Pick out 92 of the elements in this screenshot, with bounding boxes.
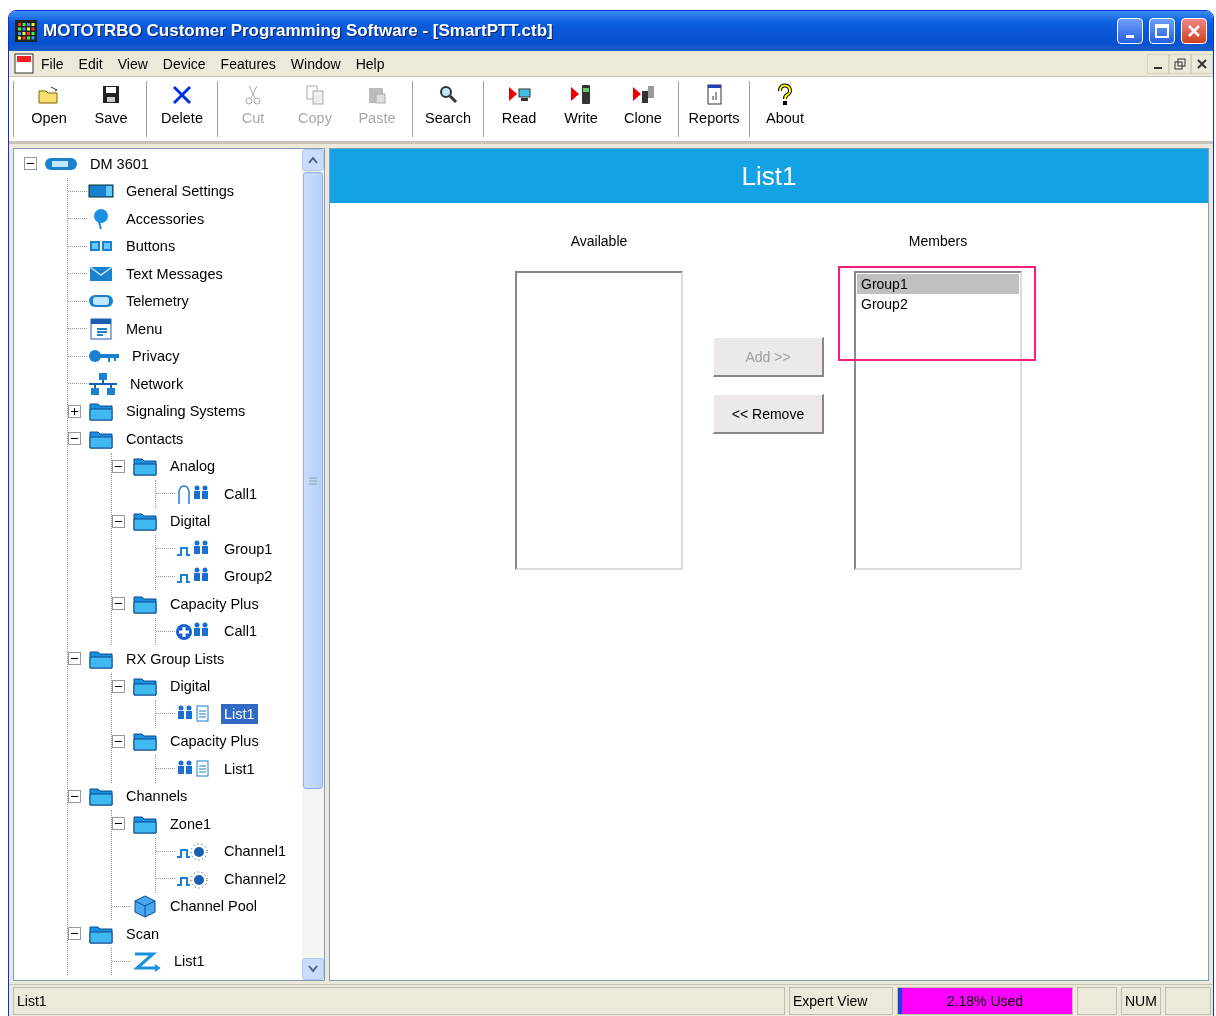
network-icon [87,371,119,396]
tree-item[interactable]: Analog [167,456,219,477]
tree-item[interactable]: List1 [221,758,258,779]
tree-expander[interactable] [24,157,37,171]
members-list[interactable]: Group1 Group2 [854,271,1022,570]
panel-title: List1 [330,149,1208,203]
maximize-icon [1155,24,1169,38]
grip-icon [309,476,317,485]
close-icon [1196,57,1208,70]
tree-expander[interactable] [68,927,81,941]
tree-item[interactable]: Digital [167,511,214,532]
menu-bar-entry[interactable]: Help [351,53,396,74]
tree-item[interactable]: Digital [167,676,214,697]
tree-expander[interactable] [68,789,81,803]
tree-item[interactable]: DM 3601 [87,153,152,174]
toolbar-button[interactable]: About [754,81,816,137]
toolbar-button[interactable]: Clone [612,81,674,137]
tree-item[interactable]: Channel2 [221,868,290,889]
tree-expander[interactable] [112,514,125,528]
list-label: Members [908,233,968,249]
menu-bar-entry[interactable]: Edit [74,53,114,74]
tree-item[interactable]: RX Group Lists [123,648,228,669]
num-lock-indicator: NUM [1121,987,1161,1015]
tree-item[interactable]: Channel1 [221,841,290,862]
cube-icon [131,894,159,919]
tree-item[interactable]: Signaling Systems [123,401,249,422]
tree-item[interactable]: Group1 [221,538,276,559]
scroll-down-button[interactable] [302,958,324,980]
minimize-icon [1154,66,1162,69]
tree-item[interactable]: Telemetry [123,291,192,312]
scroll-up-button[interactable] [302,149,324,171]
status-pane [1165,987,1211,1015]
toolbar-button[interactable]: Write [550,81,612,137]
tree-item[interactable]: Buttons [123,236,179,257]
tree-expander[interactable] [112,597,125,611]
tree-item[interactable]: General Settings [123,181,237,202]
menu-bar-entry[interactable]: View [113,53,159,74]
tree-item[interactable]: Text Messages [123,263,226,284]
toolbar-button[interactable]: Read [488,81,550,137]
document-icon [13,52,37,75]
close-button[interactable] [1191,53,1213,74]
menu-icon [87,316,115,341]
menu-bar-entry[interactable]: Features [216,53,287,74]
tree-item[interactable]: Menu [123,318,166,339]
toolbar-button[interactable]: Search [417,81,479,137]
toolbar-button[interactable]: Open [18,81,80,137]
toolbar-button[interactable]: Delete [151,81,213,137]
tree-item[interactable]: Channel Pool [167,896,261,917]
menu-bar-entry[interactable]: Device [158,53,217,74]
tree-item[interactable]: Privacy [129,346,183,367]
tree-expander[interactable] [68,404,81,418]
status-text: List1 [13,987,785,1015]
tree-expander[interactable] [112,459,125,473]
tree-item[interactable]: Channels [123,786,191,807]
app-icon [15,20,37,42]
tree-item[interactable]: Zone1 [167,813,215,834]
tree-item[interactable]: Capacity Plus [167,593,262,614]
tree-item[interactable]: Call1 [221,483,261,504]
plus-icon [70,406,79,416]
toolbar-button[interactable]: Reports [683,81,745,137]
tree-item[interactable]: Network [127,373,187,394]
toolbar-button[interactable]: Save [80,81,142,137]
tree-item[interactable]: Capacity Plus [167,731,262,752]
tree-expander[interactable] [112,679,125,693]
tree-item[interactable]: Call1 [221,621,261,642]
tree-expander[interactable] [68,432,81,446]
menu-bar-entry[interactable]: File [37,53,75,74]
list-item[interactable]: Group1 [857,274,1019,294]
tree-item[interactable]: Accessories [123,208,208,229]
close-icon [1187,24,1201,38]
menu-bar-entry[interactable]: Window [286,53,352,74]
tree-item[interactable]: Scan [123,923,163,944]
view-mode: Expert View [789,987,893,1015]
list-item[interactable]: Group2 [857,294,1019,314]
tree-item[interactable]: Contacts [123,428,187,449]
scrollbar-thumb[interactable] [303,172,323,789]
usage-label: 2.18% Used [946,993,1024,1009]
tree-expander[interactable] [112,817,125,831]
tree-item[interactable]: List1 [221,703,258,724]
list-label: Available [570,233,628,249]
tree-item[interactable]: Group2 [221,566,276,587]
restore-icon [1174,57,1186,70]
minimize-button[interactable] [1147,53,1169,74]
restore-button[interactable] [1169,53,1191,74]
tree-item[interactable]: List1 [171,951,208,972]
maximize-button[interactable] [1149,18,1175,44]
window-title: MOTOTRBO Customer Programming Software - [SmartPTT.ctb] [43,21,554,41]
minimize-icon [1126,34,1134,38]
tree-expander[interactable] [68,652,81,666]
tree-expander[interactable] [112,734,125,748]
status-pane [1077,987,1117,1015]
transfer-button[interactable]: << Remove [713,394,824,434]
